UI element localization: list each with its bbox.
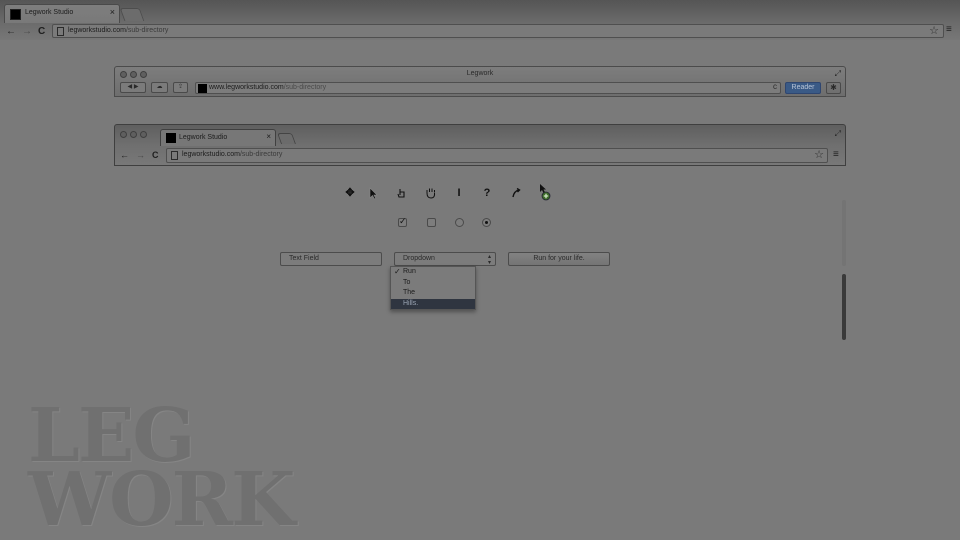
radio-checked[interactable] bbox=[482, 218, 491, 227]
bookmark-star-icon[interactable]: ☆ bbox=[814, 148, 824, 161]
gear-icon[interactable]: ✱ bbox=[826, 82, 841, 94]
address-bar[interactable]: legworkstudio.com/sub-directory ☆ bbox=[166, 148, 828, 163]
dropdown-option-to[interactable]: To bbox=[391, 278, 475, 289]
address-url: www.legworkstudio.com/sub-directory bbox=[209, 84, 326, 91]
window-title: Legwork bbox=[466, 70, 494, 77]
back-arrow-icon[interactable]: ← bbox=[120, 150, 129, 160]
share-icon[interactable]: ⇪ bbox=[173, 82, 188, 93]
radio-unchecked[interactable] bbox=[455, 218, 464, 227]
reload-icon[interactable]: C bbox=[152, 150, 159, 160]
safari-address-bar[interactable]: www.legworkstudio.com/sub-directory c bbox=[195, 82, 781, 94]
close-tab-icon[interactable]: × bbox=[110, 7, 115, 17]
bookmark-star-icon[interactable]: ☆ bbox=[929, 24, 939, 37]
window-controls bbox=[120, 131, 147, 138]
pointer-hand-icon bbox=[395, 186, 409, 200]
browser-menu-icon[interactable]: ≡ bbox=[833, 149, 839, 160]
dropdown-option-run[interactable]: Run bbox=[391, 267, 475, 278]
favicon-icon bbox=[10, 9, 21, 20]
run-button[interactable]: Run for your life. bbox=[508, 252, 610, 266]
fullscreen-icon[interactable]: ⤢ bbox=[835, 69, 841, 79]
text-cursor-icon: I bbox=[457, 187, 461, 199]
reload-icon[interactable]: C bbox=[38, 26, 45, 37]
url-host: legworkstudio.com bbox=[182, 151, 240, 158]
forward-arrow-icon[interactable]: → bbox=[22, 26, 32, 37]
tab-title: Legwork Studio bbox=[25, 9, 74, 16]
tab-title: Legwork Studio bbox=[179, 134, 228, 141]
legwork-logo: LEG WORK bbox=[28, 399, 295, 540]
url-host: www.legworkstudio.com bbox=[209, 84, 284, 91]
scrollbar-light[interactable] bbox=[842, 200, 846, 266]
favicon-icon bbox=[198, 84, 207, 93]
browser-tab[interactable]: Legwork Studio × bbox=[160, 129, 276, 146]
browser-menu-icon[interactable]: ≡ bbox=[946, 24, 952, 35]
zoom-window-icon[interactable] bbox=[140, 131, 147, 138]
dropdown-select[interactable]: Dropdown ▴ ▾ bbox=[394, 252, 496, 266]
chrome-window: Legwork Studio × ⤢ ← → C legworkstudio.c… bbox=[114, 124, 846, 166]
url-path: /sub-directory bbox=[239, 151, 283, 158]
back-forward-buttons[interactable]: ◀ ▶ bbox=[120, 82, 146, 93]
address-url: legworkstudio.com/sub-directory bbox=[182, 151, 282, 158]
new-tab-button[interactable] bbox=[276, 133, 297, 144]
url-host: legworkstudio.com bbox=[68, 27, 126, 34]
browser-tab[interactable]: Legwork Studio × bbox=[4, 4, 120, 23]
url-path: /sub-directory bbox=[283, 84, 327, 91]
arrow-cursor-icon bbox=[366, 186, 380, 200]
cloud-icon[interactable]: ☁ bbox=[151, 82, 168, 93]
dropdown-option-the[interactable]: The bbox=[391, 288, 475, 299]
dropdown-arrows-icon: ▴ ▾ bbox=[487, 254, 491, 266]
checkbox-unchecked[interactable] bbox=[427, 218, 436, 227]
checkbox-checked[interactable] bbox=[398, 216, 407, 227]
url-path: /sub-directory bbox=[125, 27, 169, 34]
address-url: legworkstudio.com/sub-directory bbox=[68, 27, 168, 34]
new-tab-button[interactable] bbox=[119, 8, 145, 21]
copy-cursor-icon bbox=[537, 183, 553, 201]
move-cursor-icon: ✥ bbox=[345, 187, 355, 199]
open-hand-icon bbox=[424, 186, 438, 200]
address-bar[interactable]: legworkstudio.com/sub-directory ☆ bbox=[52, 24, 944, 38]
logo-line-2: WORK bbox=[28, 457, 295, 540]
page-icon bbox=[57, 27, 64, 36]
dropdown-option-hills[interactable]: Hills. bbox=[391, 298, 475, 309]
reader-button[interactable]: Reader bbox=[785, 82, 821, 94]
reload-icon[interactable]: c bbox=[773, 82, 777, 91]
help-cursor-icon: ? bbox=[483, 187, 491, 199]
minimize-window-icon[interactable] bbox=[130, 131, 137, 138]
dropdown-label: Dropdown bbox=[403, 255, 435, 262]
close-window-icon[interactable] bbox=[120, 131, 127, 138]
back-arrow-icon[interactable]: ← bbox=[6, 26, 16, 37]
fullscreen-icon[interactable]: ⤢ bbox=[835, 129, 841, 139]
browser-toolbar: Legwork Studio × ← → C legworkstudio.com… bbox=[0, 0, 960, 40]
close-tab-icon[interactable]: × bbox=[266, 132, 271, 141]
safari-window: Legwork ⤢ ◀ ▶ ☁ ⇪ www.legworkstudio.com/… bbox=[114, 66, 846, 97]
page-icon bbox=[171, 151, 178, 160]
favicon-icon bbox=[166, 133, 176, 143]
forward-arrow-icon[interactable]: → bbox=[136, 150, 145, 160]
alias-cursor-icon bbox=[509, 186, 523, 200]
scrollbar-dark[interactable] bbox=[842, 274, 846, 340]
dropdown-menu: Run To The Hills. bbox=[390, 266, 476, 310]
text-field-input[interactable]: Text Field bbox=[280, 252, 382, 266]
